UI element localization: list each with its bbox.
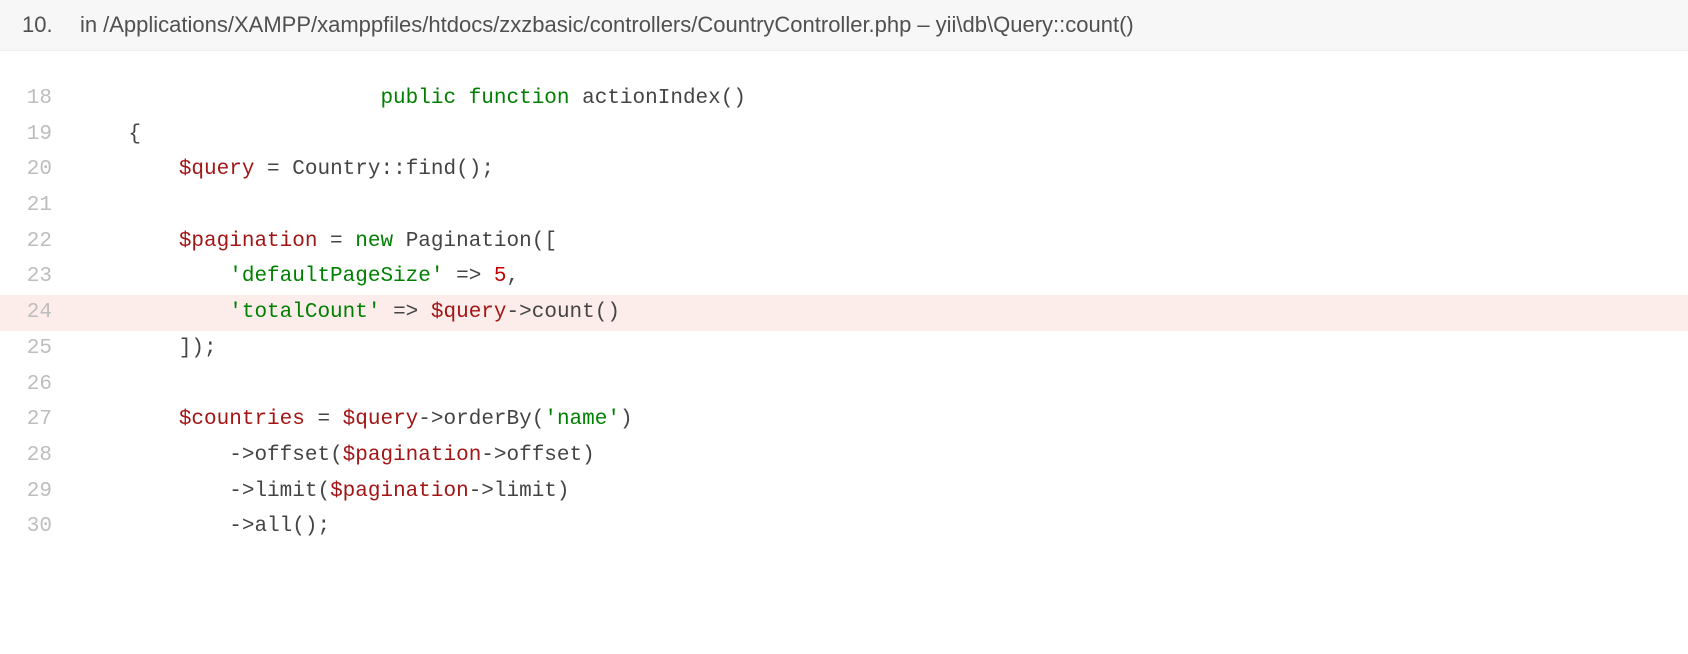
line-number: 29 [0,474,78,510]
stack-frame-header[interactable]: 10. in /Applications/XAMPP/xamppfiles/ht… [0,0,1688,51]
code-line: 29 ->limit($pagination->limit) [0,474,1688,510]
line-number: 23 [0,259,78,295]
line-number: 18 [0,81,78,117]
line-number: 22 [0,224,78,260]
code-source: ]); [78,331,1688,367]
line-number: 30 [0,509,78,545]
code-line: 25 ]); [0,331,1688,367]
line-number: 20 [0,152,78,188]
code-source [78,367,1688,403]
code-line: 18 public function actionIndex() [0,81,1688,117]
code-line: 28 ->offset($pagination->offset) [0,438,1688,474]
code-line: 30 ->all(); [0,509,1688,545]
frame-number: 10. [20,12,80,38]
code-source: public function actionIndex() [78,81,1688,117]
code-source: ->all(); [78,509,1688,545]
line-number: 26 [0,367,78,403]
line-number: 19 [0,117,78,153]
frame-prefix: in [80,12,97,38]
code-source: $query = Country::find(); [78,152,1688,188]
code-line: 20 $query = Country::find(); [0,152,1688,188]
frame-separator: – [917,12,929,38]
line-number: 21 [0,188,78,224]
code-line: 21 [0,188,1688,224]
code-line: 23 'defaultPageSize' => 5, [0,259,1688,295]
code-source: $pagination = new Pagination([ [78,224,1688,260]
code-block: 18 public function actionIndex()19 {20 $… [0,51,1688,575]
line-number: 25 [0,331,78,367]
frame-method: yii\db\Query::count() [936,12,1134,38]
code-line: 26 [0,367,1688,403]
code-source [78,188,1688,224]
line-number: 24 [0,295,78,331]
code-line: 22 $pagination = new Pagination([ [0,224,1688,260]
code-source: 'totalCount' => $query->count() [78,295,1688,331]
code-line: 24 'totalCount' => $query->count() [0,295,1688,331]
code-line: 27 $countries = $query->orderBy('name') [0,402,1688,438]
code-source: 'defaultPageSize' => 5, [78,259,1688,295]
code-source: ->limit($pagination->limit) [78,474,1688,510]
line-number: 27 [0,402,78,438]
code-source: { [78,117,1688,153]
code-source: $countries = $query->orderBy('name') [78,402,1688,438]
frame-filepath: /Applications/XAMPP/xamppfiles/htdocs/zx… [103,12,911,38]
line-number: 28 [0,438,78,474]
code-line: 19 { [0,117,1688,153]
code-source: ->offset($pagination->offset) [78,438,1688,474]
